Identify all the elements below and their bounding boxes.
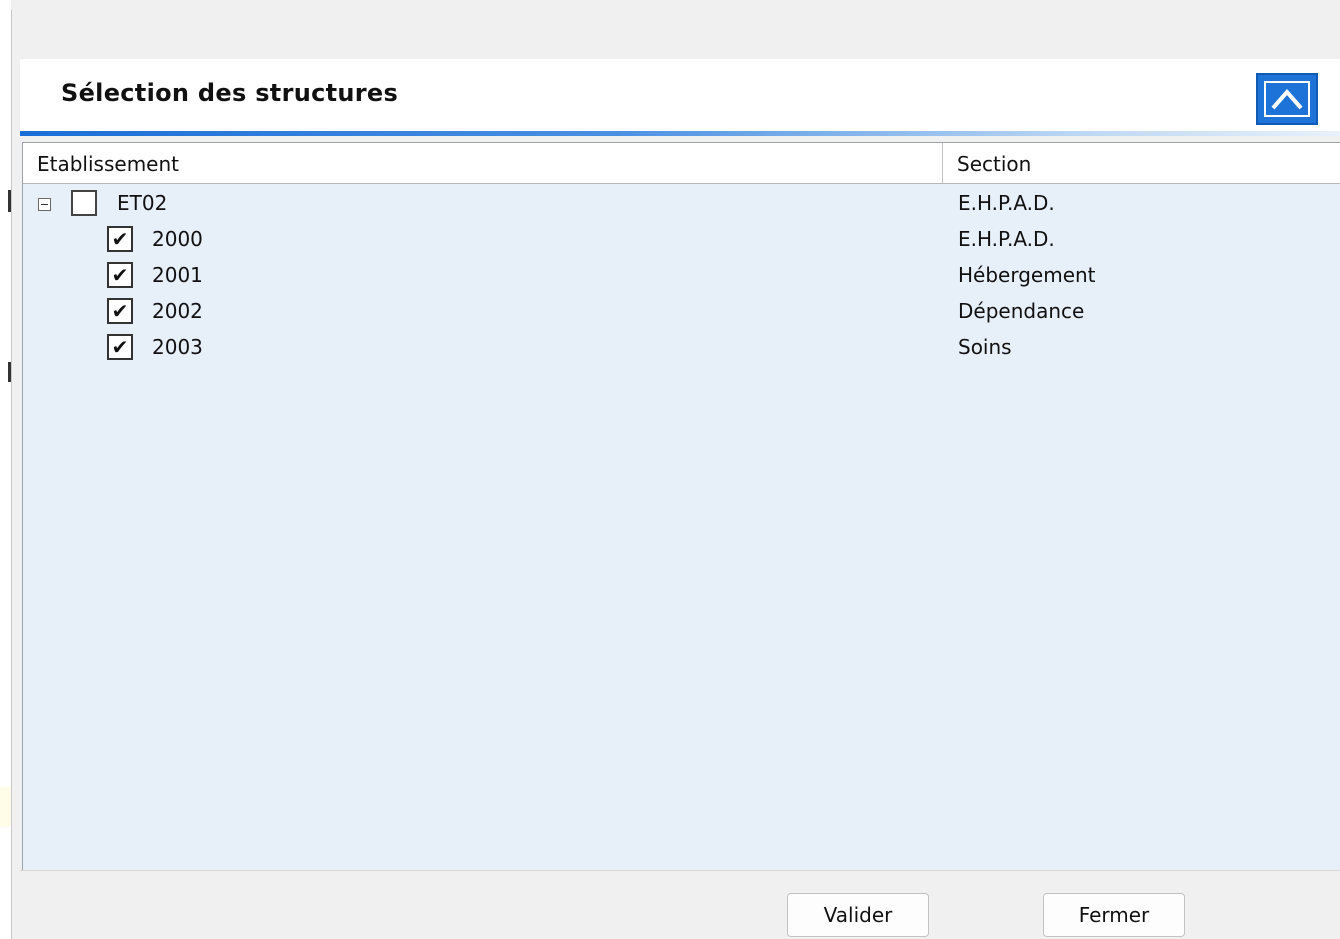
column-header-etablissement[interactable]: Etablissement	[37, 152, 179, 176]
tree-row[interactable]: ✔ 2002 Dépendance	[23, 293, 1340, 329]
row-checkbox[interactable]: ✔	[107, 334, 133, 360]
row-checkbox[interactable]: ✔	[107, 262, 133, 288]
dialog-title: Sélection des structures	[61, 79, 399, 107]
row-etablissement: ET02	[117, 191, 168, 215]
dialog-header: Sélection des structures	[20, 59, 1340, 131]
row-etablissement: 2002	[152, 299, 203, 323]
row-section: Soins	[958, 335, 1012, 359]
header-accent-bar	[20, 131, 1340, 136]
row-etablissement: 2001	[152, 263, 203, 287]
structure-selection-dialog: Sélection des structures Etablissement S…	[11, 10, 1340, 939]
row-checkbox[interactable]: ✔	[107, 226, 133, 252]
tree-row[interactable]: ET02 E.H.P.A.D.	[23, 185, 1340, 221]
row-checkbox[interactable]: ✔	[107, 298, 133, 324]
row-etablissement: 2000	[152, 227, 203, 251]
structure-tree-grid[interactable]: Etablissement Section ET02 E.H.P.A.D. ✔ …	[22, 142, 1340, 871]
footer-separator	[20, 870, 1340, 871]
close-button[interactable]: Fermer	[1043, 893, 1185, 937]
row-section: E.H.P.A.D.	[958, 227, 1055, 251]
chevron-up-icon	[1264, 81, 1310, 117]
collapse-tree-icon[interactable]	[38, 198, 51, 211]
tree-row[interactable]: ✔ 2001 Hébergement	[23, 257, 1340, 293]
row-section: Hébergement	[958, 263, 1096, 287]
column-header-section[interactable]: Section	[957, 152, 1031, 176]
row-etablissement: 2003	[152, 335, 203, 359]
tree-row[interactable]: ✔ 2003 Soins	[23, 329, 1340, 365]
background-panel-fragment	[0, 787, 11, 827]
collapse-button[interactable]	[1256, 73, 1318, 125]
row-section: E.H.P.A.D.	[958, 191, 1055, 215]
validate-button[interactable]: Valider	[787, 893, 929, 937]
row-section: Dépendance	[958, 299, 1085, 323]
tree-row[interactable]: ✔ 2000 E.H.P.A.D.	[23, 221, 1340, 257]
grid-column-header: Etablissement Section	[23, 143, 1340, 184]
column-divider[interactable]	[942, 143, 943, 183]
row-checkbox[interactable]	[71, 190, 97, 216]
